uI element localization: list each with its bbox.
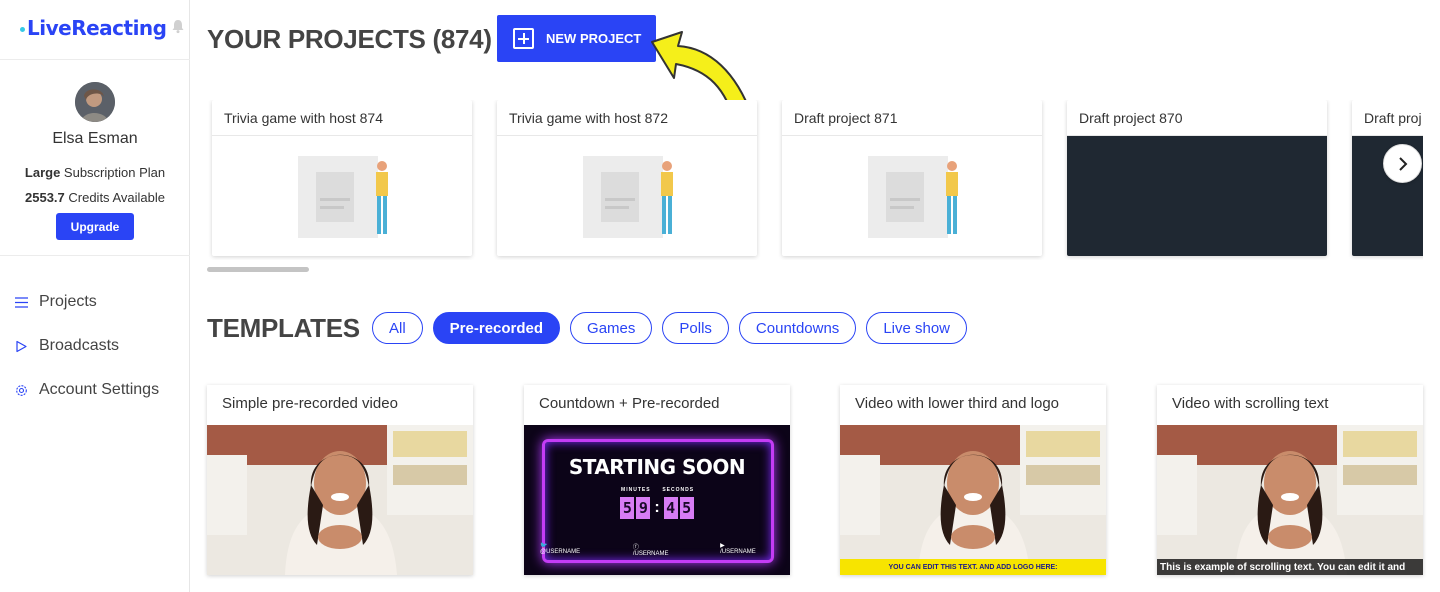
project-card[interactable]: Draft project 870	[1067, 100, 1327, 256]
template-filters: All Pre-recorded Games Polls Countdowns …	[372, 312, 977, 344]
project-card[interactable]: Trivia game with host 872	[497, 100, 757, 256]
project-card[interactable]: Trivia game with host 874	[212, 100, 472, 256]
divider	[0, 255, 190, 256]
projects-carousel: Trivia game with host 874 Trivia game wi…	[207, 100, 1423, 260]
countdown-digit: 5	[679, 497, 694, 519]
person-video-image	[1157, 425, 1423, 575]
person-video-image	[840, 425, 1106, 575]
countdown-colon: :	[654, 499, 660, 516]
sidebar-item-projects[interactable]: Projects	[0, 280, 190, 324]
plan-suffix: Subscription Plan	[60, 165, 166, 180]
filter-all[interactable]: All	[372, 312, 423, 344]
chevron-right-icon	[1398, 156, 1407, 171]
seconds-label: SECONDS	[662, 487, 695, 493]
sidebar-nav: Projects Broadcasts Account Settings	[0, 280, 190, 412]
gear-icon	[16, 384, 27, 396]
divider	[0, 59, 190, 60]
sidebar-item-broadcasts[interactable]: Broadcasts	[0, 324, 190, 368]
countdown-digit: 4	[663, 497, 678, 519]
upgrade-button[interactable]: Upgrade	[56, 213, 134, 240]
placeholder-illustration-icon	[298, 156, 388, 238]
facebook-text: /USERNAME	[632, 551, 669, 557]
avatar[interactable]	[75, 82, 115, 122]
project-title: Trivia game with host 872	[497, 100, 757, 136]
credits-value: 2553.7	[25, 190, 65, 205]
template-title: Simple pre-recorded video	[222, 395, 398, 412]
credits-available: 2553.7 Credits Available	[0, 190, 190, 205]
countdown-heading: STARTING SOON	[568, 455, 746, 479]
project-title: Trivia game with host 874	[212, 100, 472, 136]
bell-icon[interactable]	[170, 18, 186, 34]
template-thumbnail: STARTING SOON MINUTES SECONDS 5 9 : 4 5 …	[524, 425, 790, 575]
subscription-plan: Large Subscription Plan	[0, 165, 190, 180]
template-title: Video with scrolling text	[1172, 395, 1329, 412]
project-card[interactable]: Draft project 871	[782, 100, 1042, 256]
play-icon	[16, 340, 27, 352]
twitter-text: @USERNAME	[540, 549, 581, 555]
countdown-labels: MINUTES SECONDS	[524, 487, 790, 493]
sidebar: LiveReacting Elsa Esman Large Subscripti…	[0, 0, 190, 592]
minutes-label: MINUTES	[621, 487, 651, 493]
template-thumbnail	[207, 425, 473, 575]
project-title: Draft proj	[1352, 100, 1423, 136]
logo-text: LiveReacting	[27, 16, 167, 40]
youtube-handle: ▶ /USERNAME	[712, 542, 782, 557]
countdown-digits: 5 9 : 4 5	[524, 497, 790, 519]
list-icon	[15, 296, 28, 308]
countdown-digit: 9	[636, 497, 651, 519]
project-thumbnail	[212, 136, 472, 256]
person-video-image	[207, 425, 473, 575]
template-title: Countdown + Pre-recorded	[539, 395, 720, 412]
sidebar-item-label: Broadcasts	[39, 337, 120, 354]
template-title: Video with lower third and logo	[855, 395, 1060, 412]
new-project-label: NEW PROJECT	[546, 31, 642, 46]
page-title: YOUR PROJECTS (874)	[207, 24, 492, 54]
sidebar-item-label: Projects	[39, 293, 97, 310]
template-card[interactable]: Simple pre-recorded video	[207, 385, 473, 575]
carousel-scrollbar[interactable]	[207, 267, 309, 272]
sidebar-item-label: Account Settings	[39, 381, 160, 398]
filter-countdowns[interactable]: Countdowns	[738, 312, 857, 344]
filter-pre-recorded[interactable]: Pre-recorded	[432, 312, 561, 344]
logo-dot	[20, 27, 25, 32]
carousel-next-button[interactable]	[1383, 144, 1422, 183]
template-thumbnail: YOU CAN EDIT THIS TEXT. AND ADD LOGO HER…	[840, 425, 1106, 575]
project-thumbnail	[782, 136, 1042, 256]
plus-icon	[513, 28, 534, 49]
template-thumbnail: This is example of scrolling text. You c…	[1157, 425, 1423, 575]
logo[interactable]: LiveReacting	[20, 16, 167, 40]
new-project-button[interactable]: NEW PROJECT	[497, 15, 656, 62]
avatar-image	[75, 82, 115, 122]
template-card[interactable]: Countdown + Pre-recorded STARTING SOON M…	[524, 385, 790, 575]
facebook-handle: ⓕ /USERNAME	[625, 542, 696, 557]
template-card[interactable]: Video with lower third and logo YOU CAN …	[840, 385, 1106, 575]
project-title: Draft project 870	[1067, 100, 1327, 136]
twitter-handle: 🐦 @USERNAME	[532, 542, 609, 557]
project-thumbnail	[497, 136, 757, 256]
lower-third-banner: YOU CAN EDIT THIS TEXT. AND ADD LOGO HER…	[840, 559, 1106, 575]
credits-suffix: Credits Available	[64, 190, 165, 205]
templates-title: TEMPLATES	[207, 313, 360, 343]
project-thumbnail	[1067, 136, 1327, 256]
user-name: Elsa Esman	[52, 130, 138, 147]
sidebar-item-account-settings[interactable]: Account Settings	[0, 368, 190, 412]
placeholder-illustration-icon	[583, 156, 673, 238]
template-card[interactable]: Video with scrolling text This is exampl…	[1157, 385, 1423, 575]
placeholder-illustration-icon	[868, 156, 958, 238]
youtube-text: /USERNAME	[720, 549, 756, 555]
social-handles: 🐦 @USERNAME ⓕ /USERNAME ▶ /USERNAME	[524, 542, 790, 557]
filter-polls[interactable]: Polls	[662, 312, 729, 344]
countdown-digit: 5	[620, 497, 635, 519]
scrolling-text-banner: This is example of scrolling text. You c…	[1157, 559, 1423, 575]
filter-games[interactable]: Games	[570, 312, 653, 344]
filter-live-show[interactable]: Live show	[866, 312, 968, 344]
plan-name: Large	[24, 165, 61, 180]
project-title: Draft project 871	[782, 100, 1042, 136]
